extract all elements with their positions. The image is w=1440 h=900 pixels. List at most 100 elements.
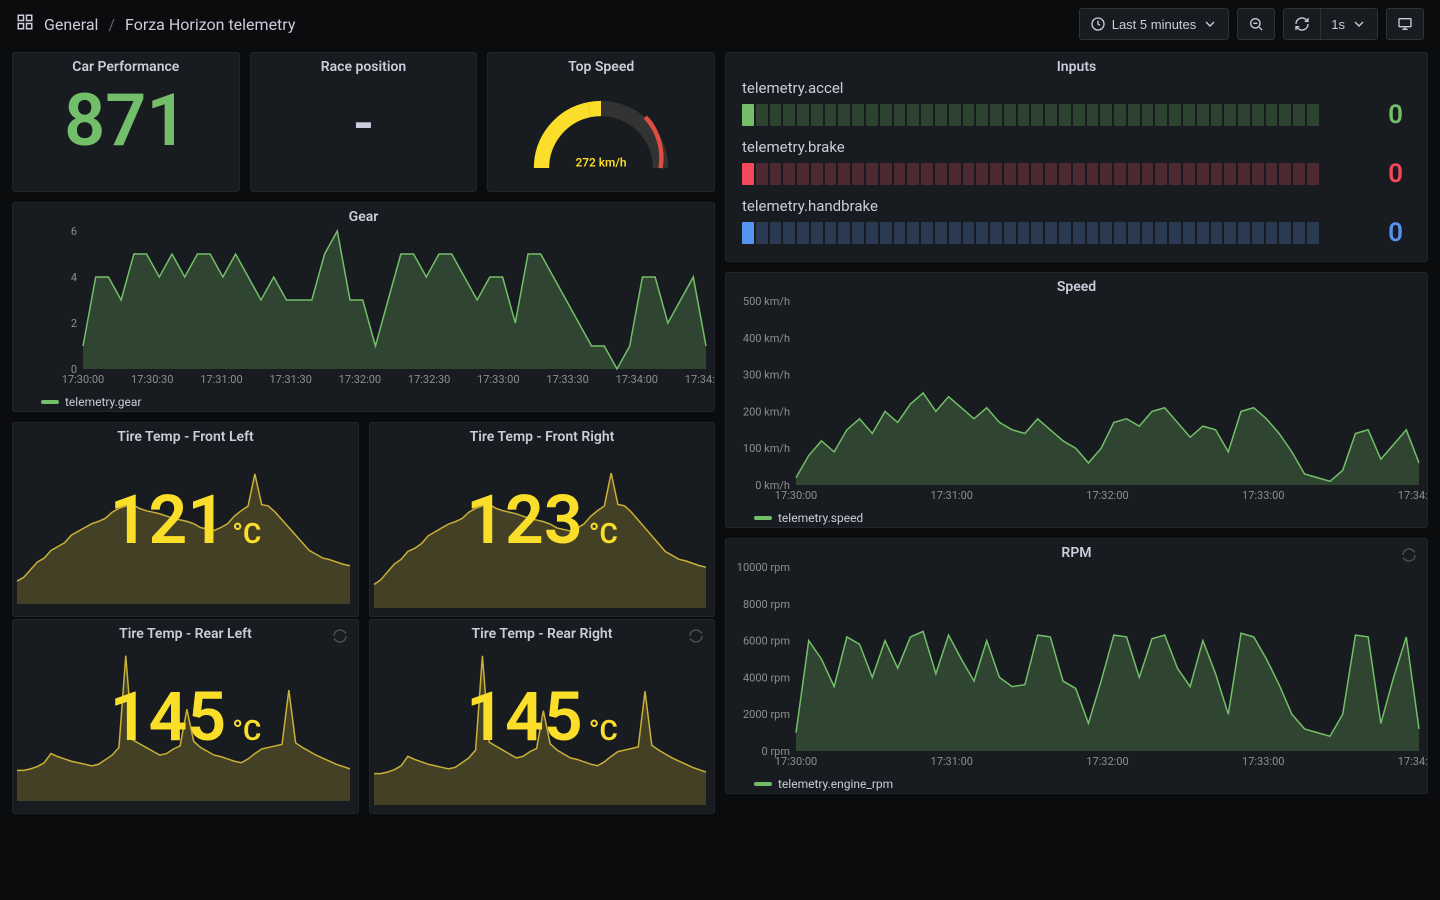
speed-chart: 0 km/h100 km/h200 km/h300 km/h400 km/h50… xyxy=(726,297,1427,507)
svg-text:2000 rpm: 2000 rpm xyxy=(743,708,790,721)
input-row: telemetry.brake 0 xyxy=(726,136,1427,195)
time-range-picker[interactable]: Last 5 minutes xyxy=(1079,8,1230,40)
panel-title: Top Speed xyxy=(568,53,634,77)
panel-tire-fl[interactable]: Tire Temp - Front Left 121°C xyxy=(12,422,359,617)
breadcrumb: General / Forza Horizon telemetry xyxy=(16,13,295,35)
cycle-view-button[interactable] xyxy=(1386,8,1424,40)
tire-fl-chart xyxy=(13,447,358,616)
svg-text:17:31:00: 17:31:00 xyxy=(200,373,242,386)
legend[interactable]: telemetry.gear xyxy=(13,391,714,415)
panel-title: Tire Temp - Front Right xyxy=(370,423,714,447)
svg-text:17:32:00: 17:32:00 xyxy=(339,373,381,386)
monitor-icon xyxy=(1397,16,1413,32)
svg-text:17:33:00: 17:33:00 xyxy=(477,373,519,386)
panel-title: Tire Temp - Rear Right xyxy=(370,620,714,644)
breadcrumb-folder[interactable]: General xyxy=(44,15,98,34)
input-bar xyxy=(742,222,1319,244)
clock-icon xyxy=(1090,16,1106,32)
svg-text:6000 rpm: 6000 rpm xyxy=(743,635,790,648)
input-label: telemetry.accel xyxy=(742,79,1411,97)
panel-title: Tire Temp - Rear Left xyxy=(13,620,358,644)
legend-label: telemetry.gear xyxy=(65,395,141,409)
svg-text:4000 rpm: 4000 rpm xyxy=(743,671,790,684)
input-row: telemetry.handbrake 0 xyxy=(726,195,1427,254)
toolbar: General / Forza Horizon telemetry Last 5… xyxy=(0,0,1440,48)
refresh-interval-picker[interactable]: 1s xyxy=(1320,8,1378,40)
svg-text:17:32:00: 17:32:00 xyxy=(1086,489,1128,502)
top-speed-gauge: 272 km/h xyxy=(516,83,686,185)
svg-text:17:34:00: 17:34:00 xyxy=(616,373,658,386)
input-label: telemetry.brake xyxy=(742,138,1411,156)
svg-text:17:31:00: 17:31:00 xyxy=(931,755,973,768)
input-value: 0 xyxy=(1331,100,1411,130)
svg-text:17:30:00: 17:30:00 xyxy=(62,373,104,386)
legend[interactable]: telemetry.speed xyxy=(726,507,1427,531)
panel-title: Gear xyxy=(13,203,714,227)
loading-icon xyxy=(332,628,348,644)
panel-title: Speed xyxy=(726,273,1427,297)
panel-tire-rl[interactable]: Tire Temp - Rear Left 145°C xyxy=(12,619,359,814)
panel-tire-rr[interactable]: Tire Temp - Rear Right 145°C xyxy=(369,619,715,814)
tire-rl-chart xyxy=(13,644,358,813)
svg-text:400 km/h: 400 km/h xyxy=(743,332,790,345)
panel-title: Race position xyxy=(321,53,406,77)
panel-rpm[interactable]: RPM 0 rpm2000 rpm4000 rpm6000 rpm8000 rp… xyxy=(725,538,1428,794)
refresh-interval-label: 1s xyxy=(1331,17,1345,32)
svg-text:17:30:30: 17:30:30 xyxy=(131,373,173,386)
loading-icon xyxy=(1401,547,1417,563)
refresh-icon xyxy=(1294,16,1310,32)
chevron-down-icon xyxy=(1202,16,1218,32)
panel-title: RPM xyxy=(726,539,1427,563)
legend-swatch xyxy=(41,400,59,404)
breadcrumb-title[interactable]: Forza Horizon telemetry xyxy=(125,15,295,34)
svg-text:100 km/h: 100 km/h xyxy=(743,442,790,455)
panel-inputs[interactable]: Inputs telemetry.accel 0 telemetry.brake… xyxy=(725,52,1428,262)
panel-title: Car Performance xyxy=(72,53,179,77)
dashboard-grid-icon[interactable] xyxy=(16,13,34,35)
input-value: 0 xyxy=(1331,218,1411,248)
svg-text:6: 6 xyxy=(71,227,77,238)
panel-race-position[interactable]: Race position - xyxy=(250,52,478,192)
car-performance-value: 871 xyxy=(64,85,187,157)
panel-car-performance[interactable]: Car Performance 871 xyxy=(12,52,240,192)
panel-tire-fr[interactable]: Tire Temp - Front Right 123°C xyxy=(369,422,715,617)
svg-text:200 km/h: 200 km/h xyxy=(743,405,790,418)
legend-label: telemetry.speed xyxy=(778,511,863,525)
svg-text:17:33:30: 17:33:30 xyxy=(546,373,588,386)
panel-title: Inputs xyxy=(726,53,1427,77)
time-range-label: Last 5 minutes xyxy=(1112,17,1197,32)
chevron-down-icon xyxy=(1351,16,1367,32)
svg-text:17:34:00: 17:34:00 xyxy=(1398,755,1427,768)
input-value: 0 xyxy=(1331,159,1411,189)
input-bar xyxy=(742,163,1319,185)
panel-speed[interactable]: Speed 0 km/h100 km/h200 km/h300 km/h400 … xyxy=(725,272,1428,528)
svg-text:10000 rpm: 10000 rpm xyxy=(737,563,790,574)
gauge-value-label: 272 km/h xyxy=(576,155,627,169)
svg-text:17:31:00: 17:31:00 xyxy=(931,489,973,502)
race-position-value: - xyxy=(353,95,374,151)
input-bar xyxy=(742,104,1319,126)
gear-chart: 024617:30:0017:30:3017:31:0017:31:3017:3… xyxy=(13,227,714,391)
svg-text:4: 4 xyxy=(71,271,77,284)
svg-text:2: 2 xyxy=(71,317,77,330)
input-row: telemetry.accel 0 xyxy=(726,77,1427,136)
legend-swatch xyxy=(754,516,772,520)
svg-text:17:32:30: 17:32:30 xyxy=(408,373,450,386)
svg-text:8000 rpm: 8000 rpm xyxy=(743,598,790,611)
panel-top-speed[interactable]: Top Speed 272 km/h xyxy=(487,52,715,192)
breadcrumb-separator: / xyxy=(108,15,115,34)
legend[interactable]: telemetry.engine_rpm xyxy=(726,773,1427,797)
refresh-button[interactable] xyxy=(1283,8,1320,40)
svg-text:17:32:00: 17:32:00 xyxy=(1086,755,1128,768)
input-label: telemetry.handbrake xyxy=(742,197,1411,215)
svg-text:500 km/h: 500 km/h xyxy=(743,297,790,308)
svg-text:17:30:00: 17:30:00 xyxy=(775,489,817,502)
panel-title: Tire Temp - Front Left xyxy=(13,423,358,447)
panel-gear[interactable]: Gear 024617:30:0017:30:3017:31:0017:31:3… xyxy=(12,202,715,412)
tire-rr-chart xyxy=(370,644,714,813)
zoom-out-button[interactable] xyxy=(1237,8,1275,40)
svg-text:300 km/h: 300 km/h xyxy=(743,369,790,382)
legend-swatch xyxy=(754,782,772,786)
svg-text:17:34:30: 17:34:30 xyxy=(685,373,714,386)
svg-text:17:33:00: 17:33:00 xyxy=(1242,489,1284,502)
